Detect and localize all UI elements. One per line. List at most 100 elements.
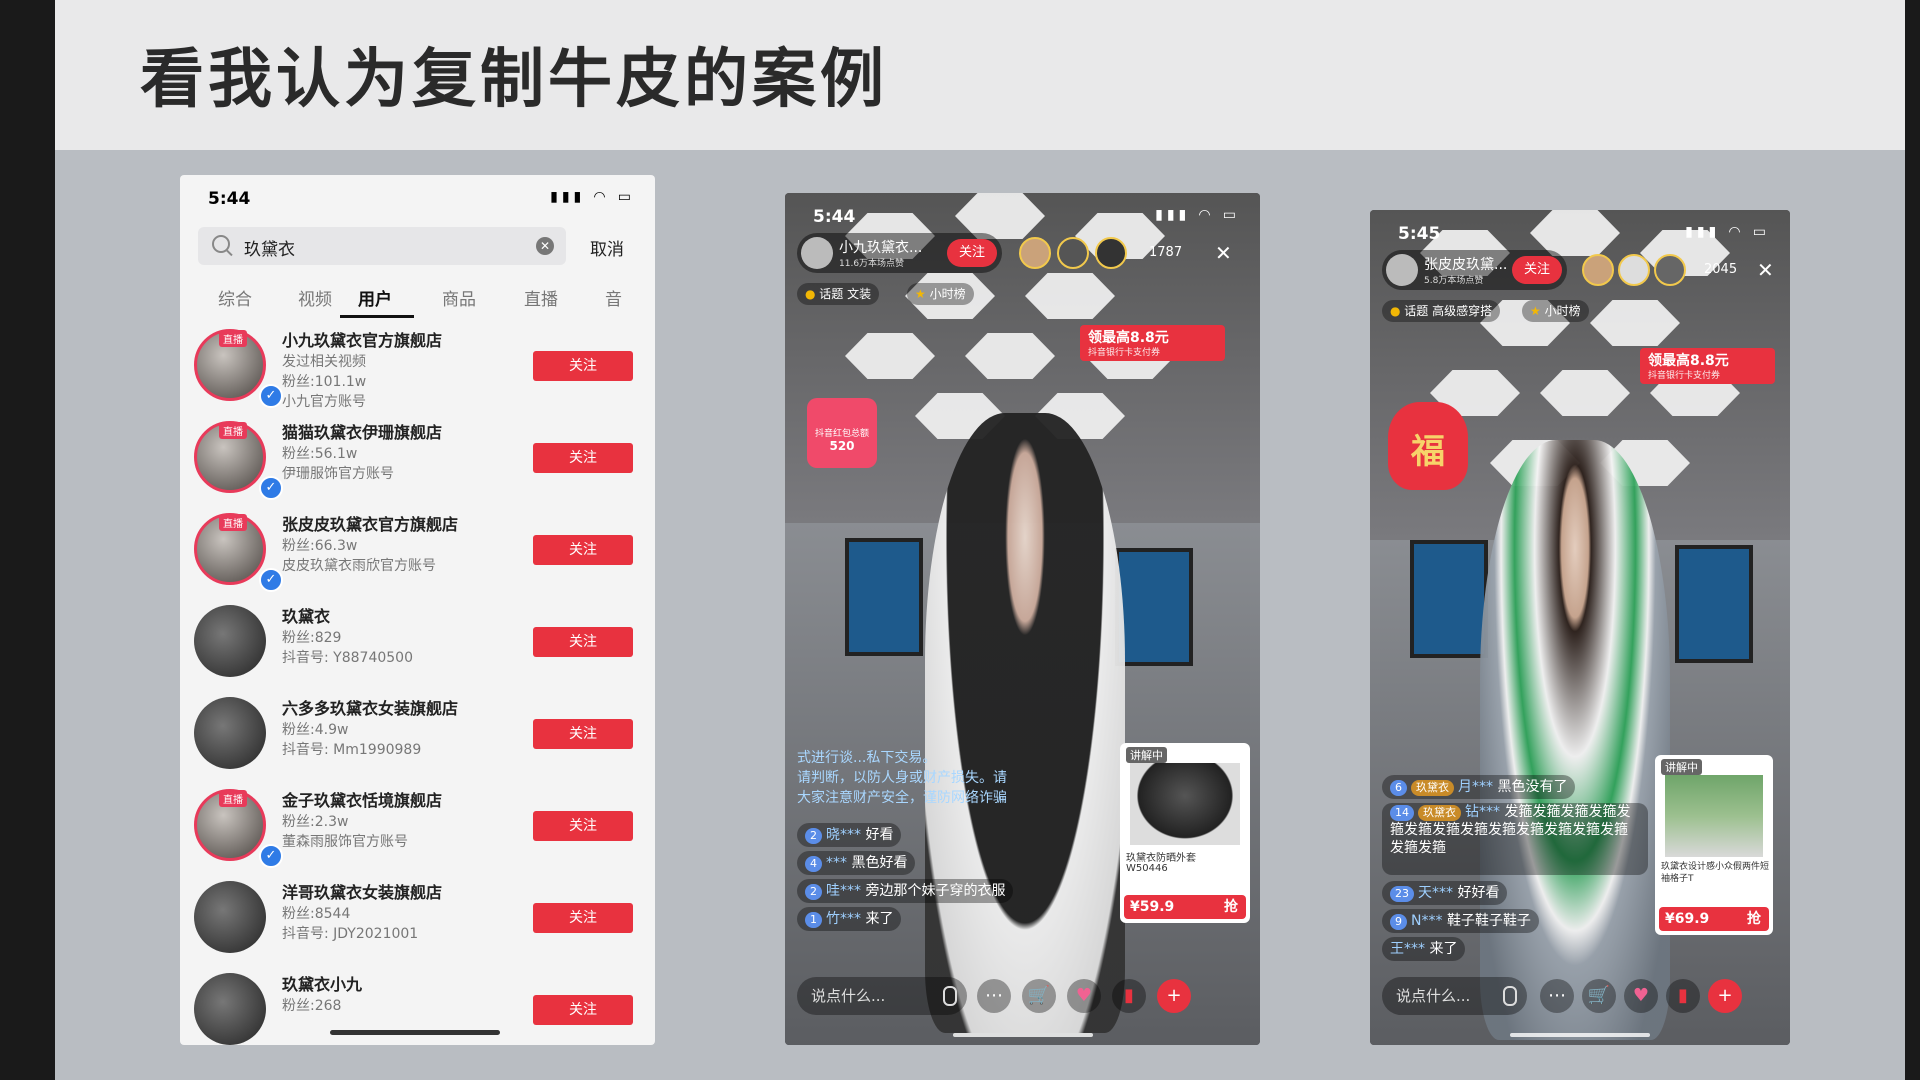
viewer-count[interactable]: 1787 — [1149, 245, 1182, 260]
comment-input[interactable]: 说点什么... — [797, 977, 967, 1015]
signal-wifi-battery-icon: ▮▮▮ ◠ ▭ — [1685, 224, 1770, 240]
avatar[interactable] — [194, 605, 266, 677]
product-card[interactable]: 讲解中 玖黛衣设计感小众假两件短袖格子T ¥69.9 抢 — [1655, 755, 1773, 935]
mic-icon[interactable] — [1503, 986, 1517, 1006]
follow-button[interactable]: 关注 — [533, 443, 633, 473]
clear-icon[interactable]: ✕ — [536, 237, 554, 255]
viewer-avatar[interactable] — [1654, 254, 1686, 286]
list-item[interactable]: 直播 ✓ 猫猫玖黛衣伊珊旗舰店 粉丝:56.1w 伊珊服饰官方账号 关注 — [180, 417, 655, 509]
host-avatar[interactable] — [801, 237, 833, 269]
list-item[interactable]: 直播 ✓ 金子玖黛衣恬境旗舰店 粉丝:2.3w 董森雨服饰官方账号 关注 — [180, 785, 655, 877]
active-tab-indicator — [340, 315, 414, 318]
follow-button[interactable]: 关注 — [533, 351, 633, 381]
hourly-rank-tag[interactable]: ★ 小时榜 — [1522, 300, 1589, 322]
chat-user[interactable]: 竹*** — [826, 911, 861, 927]
list-item[interactable]: 六多多玖黛衣女装旗舰店 粉丝:4.9w 抖音号: Mm1990989 关注 — [180, 693, 655, 785]
user-level-badge: 4 — [805, 856, 822, 872]
follow-button[interactable]: 关注 — [533, 535, 633, 565]
tab-video[interactable]: 视频 — [298, 285, 332, 310]
tab-comprehensive[interactable]: 综合 — [218, 285, 252, 310]
chat-user[interactable]: 天*** — [1418, 885, 1453, 901]
avatar[interactable]: 直播 ✓ — [194, 789, 283, 868]
gift-icon[interactable]: ▮ — [1112, 979, 1146, 1013]
product-image[interactable] — [1665, 775, 1763, 857]
list-item[interactable]: 直播 ✓ 张皮皮玖黛衣官方旗舰店 粉丝:66.3w 皮皮玖黛衣雨欣官方账号 关注 — [180, 509, 655, 601]
product-name: 玖黛衣防晒外套 — [1126, 853, 1196, 864]
red-packet-widget[interactable]: 抖音红包总额 520 — [807, 398, 877, 468]
live-bottom-bar: 说点什么... ⋯ 🛒 ♥ ▮ + — [797, 977, 1248, 1015]
cart-icon[interactable]: 🛒 — [1582, 979, 1616, 1013]
chat-user[interactable]: 哇*** — [826, 883, 861, 899]
product-name: 玖黛衣设计感小众假两件短袖格子T — [1661, 862, 1770, 884]
chat-user[interactable]: 月*** — [1458, 779, 1493, 795]
rank-icon: ★ — [915, 287, 930, 301]
add-icon[interactable]: + — [1708, 979, 1742, 1013]
mic-icon[interactable] — [943, 986, 957, 1006]
product-image[interactable] — [1130, 763, 1240, 845]
chat-user[interactable]: 钻*** — [1465, 804, 1500, 820]
avatar[interactable]: 直播 ✓ — [194, 513, 283, 592]
fortune-bag-icon[interactable]: 福 — [1388, 402, 1468, 490]
viewer-avatar[interactable] — [1582, 254, 1614, 286]
follow-button[interactable]: 关注 — [1512, 256, 1562, 284]
cart-icon[interactable]: 🛒 — [1022, 979, 1056, 1013]
close-icon[interactable]: ✕ — [1757, 258, 1774, 282]
topic-tag[interactable]: ● 话题 高级感穿搭 — [1382, 300, 1501, 322]
slide-header: 看我认为复制牛皮的案例 — [55, 0, 1905, 150]
tab-music[interactable]: 音 — [605, 285, 622, 310]
follow-button[interactable]: 关注 — [533, 719, 633, 749]
user-desc: 董森雨服饰官方账号 — [282, 834, 408, 850]
buy-button[interactable]: ¥59.9 抢 — [1124, 895, 1246, 919]
host-info[interactable]: 张皮皮玖黛... 5.8万本场点赞 关注 — [1382, 250, 1567, 290]
viewer-avatar[interactable] — [1618, 254, 1650, 286]
status-time: 5:45 — [1398, 224, 1441, 244]
follow-button[interactable]: 关注 — [533, 903, 633, 933]
cancel-button[interactable]: 取消 — [590, 235, 624, 260]
list-item[interactable]: 玖黛衣 粉丝:829 抖音号: Y88740500 关注 — [180, 601, 655, 693]
coupon-banner[interactable]: 领最高8.8元 抖音银行卡支付券 — [1640, 348, 1775, 384]
gift-icon[interactable]: ▮ — [1666, 979, 1700, 1013]
chat-user[interactable]: 晓*** — [826, 827, 861, 843]
list-item[interactable]: 洋哥玖黛衣女装旗舰店 粉丝:8544 抖音号: JDY2021001 关注 — [180, 877, 655, 969]
coupon-subtitle: 抖音银行卡支付券 — [1088, 348, 1161, 358]
heart-gift-icon[interactable]: ♥ — [1067, 979, 1101, 1013]
chat-user[interactable]: N*** — [1411, 913, 1442, 929]
viewer-avatar[interactable] — [1057, 237, 1089, 269]
avatar[interactable] — [194, 973, 266, 1045]
follow-button[interactable]: 关注 — [533, 627, 633, 657]
viewer-count[interactable]: 2045 — [1704, 262, 1737, 277]
hourly-rank-label: 小时榜 — [1544, 304, 1581, 318]
search-query[interactable]: 玖黛衣 — [244, 235, 295, 260]
chat-user[interactable]: 王*** — [1390, 941, 1425, 957]
tab-users[interactable]: 用户 — [358, 285, 392, 310]
search-input[interactable]: 玖黛衣 ✕ — [198, 227, 566, 265]
close-icon[interactable]: ✕ — [1215, 241, 1232, 265]
comment-input[interactable]: 说点什么... — [1382, 977, 1527, 1015]
more-icon[interactable]: ⋯ — [1540, 979, 1574, 1013]
avatar[interactable]: 直播 ✓ — [194, 329, 283, 408]
more-icon[interactable]: ⋯ — [977, 979, 1011, 1013]
tab-products[interactable]: 商品 — [442, 285, 476, 310]
list-item[interactable]: 直播 ✓ 小九玖黛衣官方旗舰店 发过相关视频 粉丝:101.1w 小九官方账号 关… — [180, 325, 655, 417]
follow-button[interactable]: 关注 — [947, 239, 997, 267]
heart-gift-icon[interactable]: ♥ — [1624, 979, 1658, 1013]
buy-button[interactable]: ¥69.9 抢 — [1659, 907, 1769, 931]
host-avatar[interactable] — [1386, 254, 1418, 286]
home-indicator — [952, 1033, 1093, 1037]
product-card[interactable]: 讲解中 玖黛衣防晒外套 W50446 ¥59.9 抢 — [1120, 743, 1250, 923]
viewer-avatar[interactable] — [1019, 237, 1051, 269]
topic-tag[interactable]: ● 话题 文装 — [797, 283, 880, 305]
avatar[interactable]: 直播 ✓ — [194, 421, 283, 500]
follow-button[interactable]: 关注 — [533, 811, 633, 841]
coupon-banner[interactable]: 领最高8.8元 抖音银行卡支付券 — [1080, 325, 1225, 361]
avatar[interactable] — [194, 697, 266, 769]
tab-live[interactable]: 直播 — [524, 285, 558, 310]
host-info[interactable]: 小九玖黛衣... 11.6万本场点赞 关注 — [797, 233, 1002, 273]
viewer-avatar[interactable] — [1095, 237, 1127, 269]
hourly-rank-tag[interactable]: ★ 小时榜 — [907, 283, 974, 305]
chat-user[interactable]: *** — [826, 855, 847, 871]
follow-button[interactable]: 关注 — [533, 995, 633, 1025]
avatar[interactable] — [194, 881, 266, 953]
chat-text: 来了 — [1429, 941, 1458, 957]
add-icon[interactable]: + — [1157, 979, 1191, 1013]
